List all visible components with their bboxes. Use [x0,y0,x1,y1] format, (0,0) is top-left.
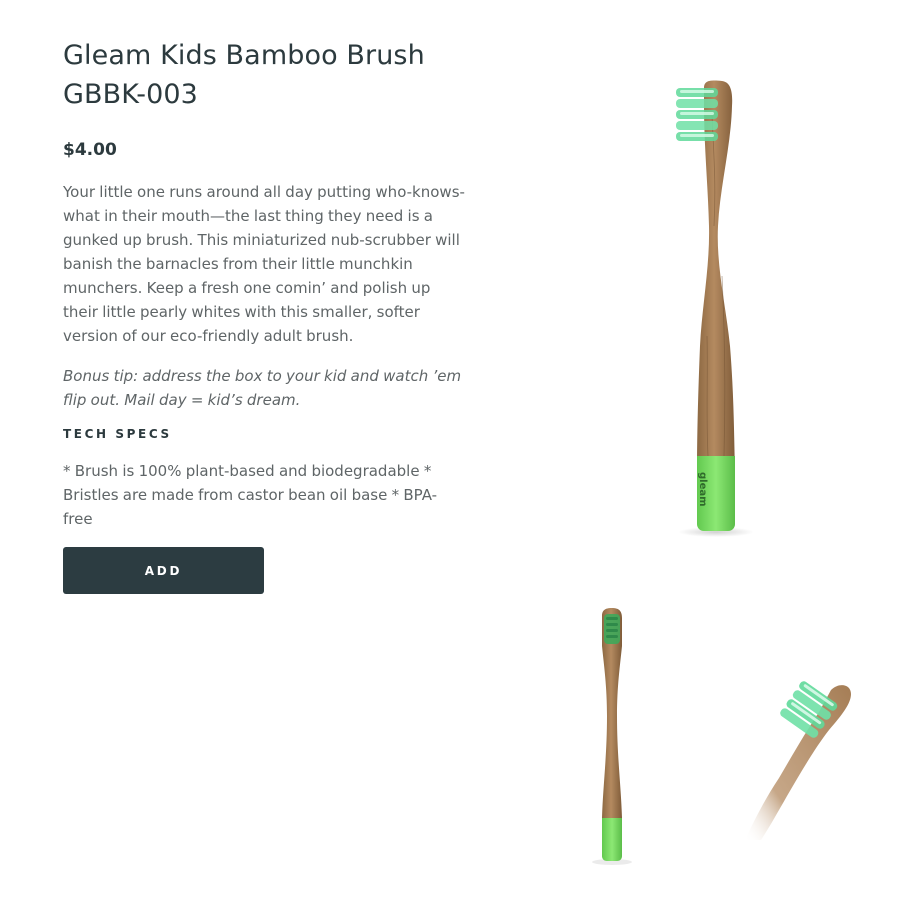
product-price: $4.00 [63,140,117,160]
bristles [780,681,838,738]
bristles [676,88,718,141]
tech-specs-heading: TECH SPECS [63,427,172,441]
product-title-name: Gleam Kids Bamboo Brush [63,40,425,71]
add-to-cart-button[interactable]: ADD [63,547,264,594]
product-thumbnail-1[interactable] [588,606,636,868]
product-info: Gleam Kids Bamboo Brush GBBK-003 $4.00 Y… [63,36,465,594]
brand-mark: gleam [697,472,708,507]
product-title: Gleam Kids Bamboo Brush GBBK-003 [63,36,465,114]
product-title-sku: GBBK-003 [63,79,198,110]
tech-specs-text: * Brush is 100% plant-based and biodegra… [63,462,438,528]
product-description: Your little one runs around all day putt… [63,183,465,345]
product-image-main[interactable]: gleam [664,76,760,546]
bristles [604,614,620,644]
product-thumbnail-2[interactable] [745,668,857,840]
bonus-tip: Bonus tip: address the box to your kid a… [63,367,462,409]
